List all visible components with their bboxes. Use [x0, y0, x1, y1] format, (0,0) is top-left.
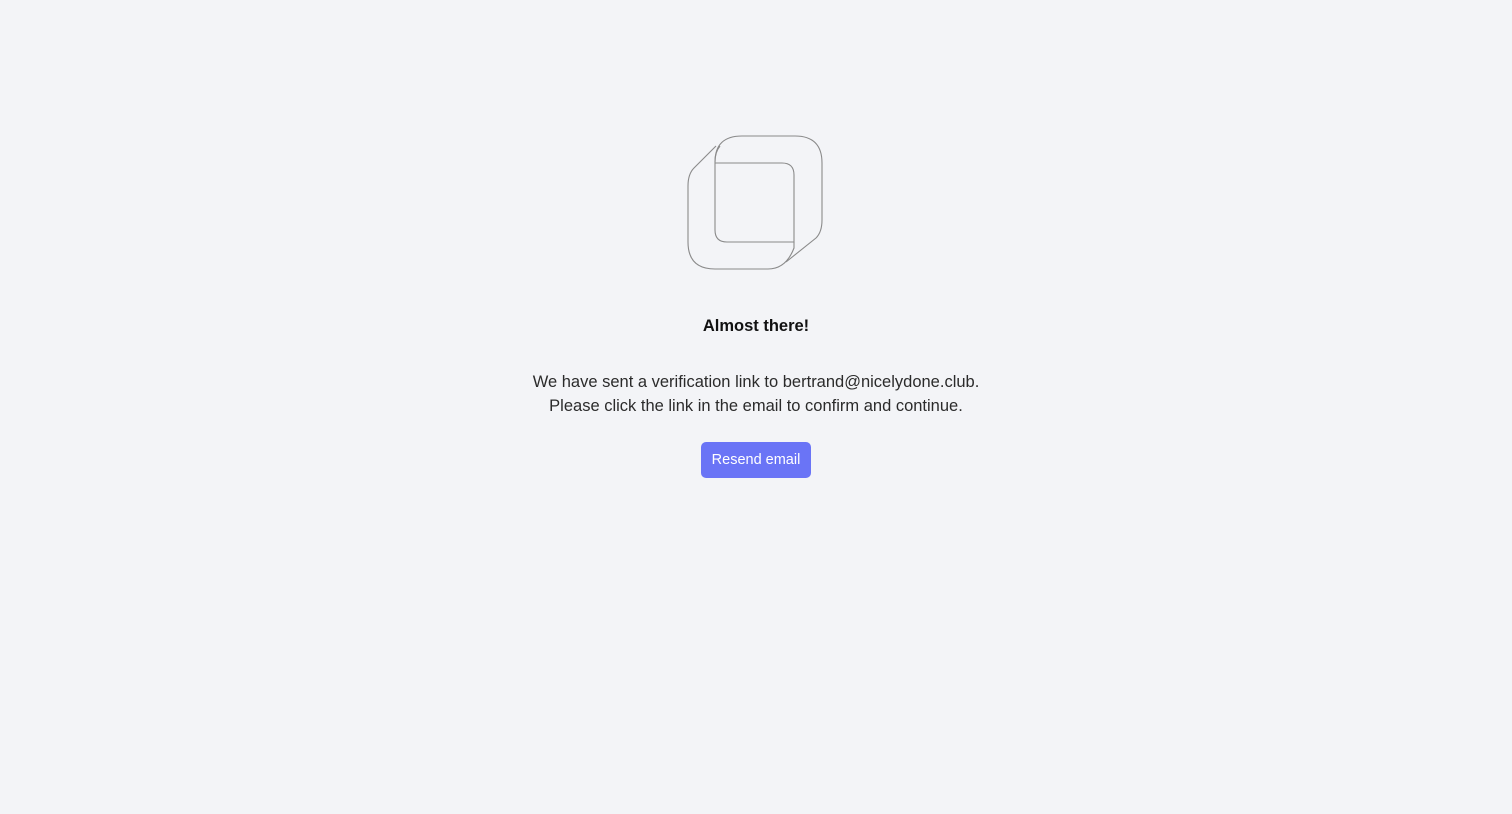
- message-line-1: We have sent a verification link to bert…: [532, 373, 980, 391]
- message-line-2: Please click the link in the email to co…: [549, 397, 963, 415]
- resend-email-button[interactable]: Resend email: [701, 442, 811, 478]
- verification-message: We have sent a verification link to bert…: [0, 370, 1512, 418]
- page-title: Almost there!: [702, 317, 810, 335]
- app-logo-icon: [687, 135, 823, 270]
- verification-page: Almost there! We have sent a verificatio…: [0, 0, 1512, 814]
